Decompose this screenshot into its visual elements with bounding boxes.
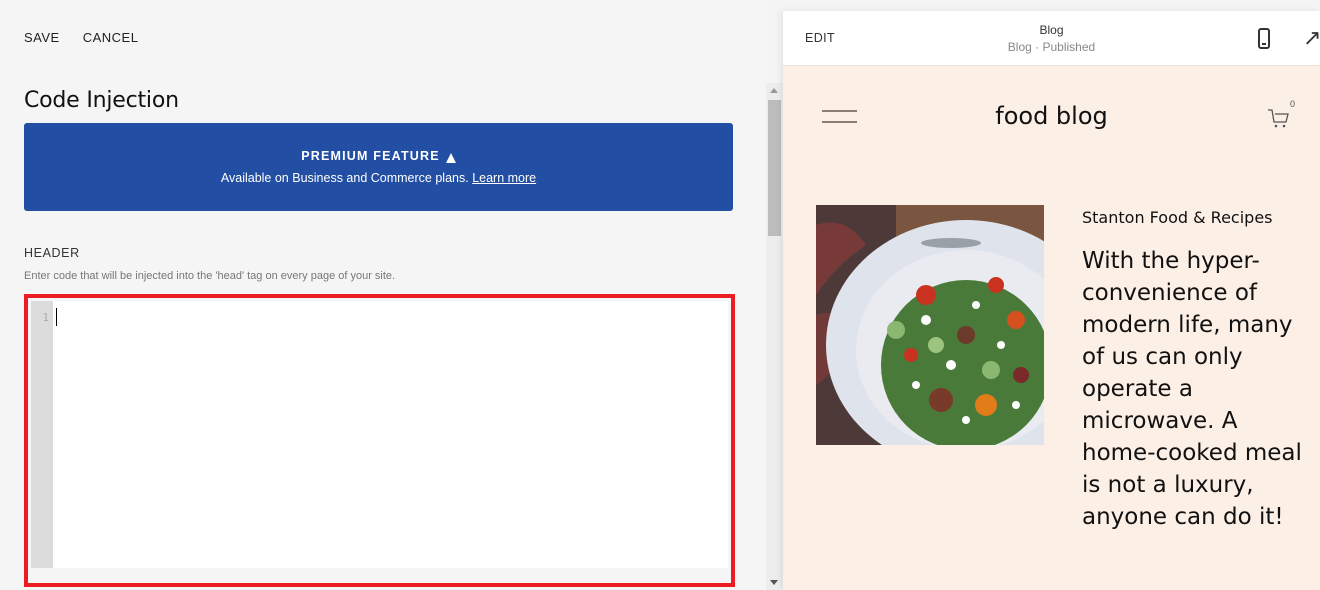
learn-more-link[interactable]: Learn more [472, 171, 536, 185]
blog-intro-text: With the hyper-convenience of modern lif… [1082, 248, 1302, 530]
cart-icon[interactable] [1266, 106, 1292, 130]
salad-bowl-image [816, 205, 1044, 445]
cancel-button[interactable]: CANCEL [83, 30, 139, 45]
mobile-device-icon[interactable] [1258, 28, 1270, 49]
premium-arrow-icon [445, 152, 456, 163]
code-input[interactable] [53, 301, 728, 568]
salad-image-graphic [816, 205, 1044, 445]
cart-count: 0 [1290, 99, 1296, 109]
text-cursor [56, 308, 57, 326]
header-code-editor[interactable]: 1 [31, 301, 728, 568]
preview-header: EDIT Blog Blog · Published ↗ [783, 11, 1320, 66]
line-number: 1 [42, 311, 49, 324]
site-preview-panel: EDIT Blog Blog · Published ↗ food blog 0 [783, 11, 1320, 590]
scroll-down-arrow-icon[interactable] [770, 580, 778, 585]
line-number-gutter: 1 [31, 301, 53, 568]
site-title[interactable]: food blog [783, 102, 1320, 130]
preview-page-title: Blog [1039, 23, 1064, 37]
header-section-description: Enter code that will be injected into th… [24, 270, 396, 282]
settings-panel: SAVE CANCEL Code Injection PREMIUM FEATU… [0, 0, 766, 590]
settings-scrollbar[interactable] [766, 83, 783, 590]
page-title: Code Injection [24, 88, 179, 113]
save-button[interactable]: SAVE [24, 30, 60, 45]
blog-brand-title: Stanton Food & Recipes [1082, 208, 1273, 227]
premium-title-row: PREMIUM FEATURE [24, 149, 733, 163]
header-code-editor-highlight: 1 [24, 294, 735, 587]
header-section-label: HEADER [24, 246, 80, 260]
premium-feature-banner: PREMIUM FEATURE Available on Business an… [24, 123, 733, 211]
site-navigation: food blog 0 [783, 66, 1320, 166]
preview-page-status: Blog · Published [1007, 40, 1096, 54]
scroll-up-arrow-icon[interactable] [770, 88, 778, 93]
app-root: SAVE CANCEL Code Injection PREMIUM FEATU… [0, 0, 1320, 590]
premium-description-row: Available on Business and Commerce plans… [24, 171, 733, 185]
action-bar: SAVE CANCEL [24, 30, 138, 45]
premium-description: Available on Business and Commerce plans… [220, 171, 469, 185]
scrollbar-thumb[interactable] [768, 100, 781, 236]
premium-title: PREMIUM FEATURE [301, 149, 440, 163]
external-link-icon[interactable]: ↗ [1303, 25, 1320, 51]
